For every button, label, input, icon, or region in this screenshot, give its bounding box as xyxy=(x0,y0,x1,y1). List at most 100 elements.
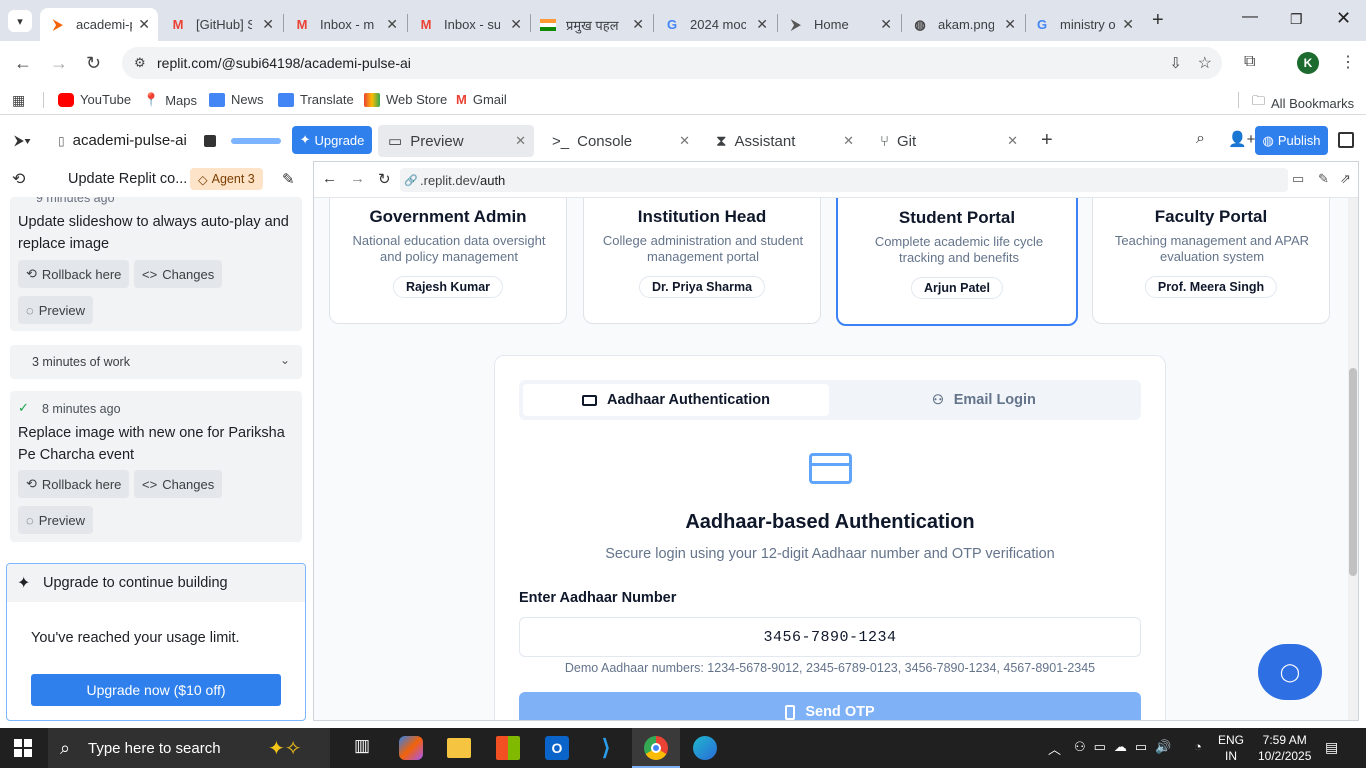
reload-icon[interactable]: ↻ xyxy=(86,53,101,74)
bookmark-star-icon[interactable]: ☆ xyxy=(1198,53,1212,73)
close-tab-icon[interactable]: ✕ xyxy=(843,133,854,149)
browser-menu-icon[interactable]: ⋮ xyxy=(1340,52,1356,72)
invite-user-icon[interactable]: 👤+ xyxy=(1228,130,1255,148)
site-info-icon[interactable]: ⚙ xyxy=(134,55,146,71)
bookmark-gmail[interactable]: M Gmail xyxy=(456,92,507,107)
copilot-icon[interactable] xyxy=(399,736,423,760)
role-card-government[interactable]: Government Admin National education data… xyxy=(329,198,567,324)
role-card-student[interactable]: Student Portal Complete academic life cy… xyxy=(836,198,1078,326)
close-tab-icon[interactable]: ✕ xyxy=(1122,16,1134,33)
task-view-icon[interactable]: ▥ xyxy=(350,736,374,760)
close-tab-icon[interactable]: ✕ xyxy=(1004,16,1016,33)
forward-icon[interactable]: → xyxy=(350,170,365,187)
history-icon[interactable]: ⟲ xyxy=(12,169,25,189)
bookmark-maps[interactable]: 📍 Maps xyxy=(143,92,197,108)
bookmark-news[interactable]: News xyxy=(209,92,264,107)
close-tab-icon[interactable]: ✕ xyxy=(138,16,150,33)
install-app-icon[interactable]: ⇩ xyxy=(1169,54,1182,72)
rollback-button[interactable]: ⟲ Rollback here xyxy=(18,470,130,498)
back-icon[interactable]: ← xyxy=(14,53,32,74)
close-tab-icon[interactable]: ✕ xyxy=(679,133,690,149)
aadhaar-input[interactable]: 3456-7890-1234 xyxy=(519,617,1141,657)
apps-grid-icon[interactable]: ▦ xyxy=(12,92,25,109)
close-tab-icon[interactable]: ✕ xyxy=(515,133,526,149)
edge-icon[interactable] xyxy=(693,736,717,760)
browser-tab[interactable]: M Inbox - m ✕ xyxy=(284,8,406,41)
close-window-icon[interactable]: ✕ xyxy=(1336,8,1351,29)
notification-icon[interactable]: ▤ xyxy=(1325,739,1338,756)
close-tab-icon[interactable]: ✕ xyxy=(262,16,274,33)
new-tab-button[interactable]: + xyxy=(1152,9,1164,32)
browser-tab[interactable]: ⮞ Home ✕ xyxy=(778,8,900,41)
tab-assistant[interactable]: ⧗ Assistant ✕ xyxy=(706,125,862,157)
preview-url-field[interactable]: 🔗 .replit.dev/auth xyxy=(400,168,1288,192)
changes-button[interactable]: <> Changes xyxy=(134,470,223,498)
windows-start-icon[interactable] xyxy=(14,739,32,757)
tab-email[interactable]: ⚇ Email Login xyxy=(831,384,1137,416)
bookmark-translate[interactable]: Translate xyxy=(278,92,354,107)
role-card-faculty[interactable]: Faculty Portal Teaching management and A… xyxy=(1092,198,1330,324)
all-bookmarks[interactable]: 🗀 All Bookmarks xyxy=(1252,92,1354,114)
scrollbar-thumb[interactable] xyxy=(1349,368,1357,576)
close-tab-icon[interactable]: ✕ xyxy=(386,16,398,33)
vscode-icon[interactable]: ⟩ xyxy=(594,736,618,760)
tab-console[interactable]: >_ Console ✕ xyxy=(542,125,698,157)
devices-icon[interactable]: ▭ xyxy=(1292,171,1304,187)
reload-icon[interactable]: ↻ xyxy=(378,170,391,188)
restore-icon[interactable]: ❐ xyxy=(1290,11,1303,28)
address-bar[interactable]: ⚙ replit.com/@subi64198/academi-pulse-ai… xyxy=(122,47,1222,79)
preview-button[interactable]: ◌ Preview xyxy=(18,296,93,324)
rollback-button[interactable]: ⟲ Rollback here xyxy=(18,260,130,288)
file-explorer-icon[interactable] xyxy=(447,738,471,758)
tab-aadhaar[interactable]: Aadhaar Authentication xyxy=(523,384,829,416)
close-tab-icon[interactable]: ✕ xyxy=(880,16,892,33)
language-indicator[interactable]: ENG IN xyxy=(1218,732,1244,764)
scrollbar[interactable] xyxy=(1348,198,1358,720)
bookmark-webstore[interactable]: Web Store xyxy=(364,92,447,107)
network-icon[interactable]: ◔ xyxy=(1194,739,1202,754)
browser-tab[interactable]: M [GitHub] S ✕ xyxy=(160,8,282,41)
changes-button[interactable]: <> Changes xyxy=(134,260,223,288)
upgrade-button[interactable]: ✦ Upgrade xyxy=(292,126,372,154)
browser-tab[interactable]: G ministry o ✕ xyxy=(1024,8,1142,41)
clock[interactable]: 7:59 AM 10/2/2025 xyxy=(1258,732,1311,764)
preview-button[interactable]: ◌ Preview xyxy=(18,506,93,534)
add-tab-icon[interactable]: + xyxy=(1041,129,1053,152)
upgrade-now-button[interactable]: Upgrade now ($10 off) xyxy=(31,674,281,706)
bookmark-youtube[interactable]: YouTube xyxy=(58,92,131,107)
project-name[interactable]: ▯ academi-pulse-ai xyxy=(58,132,187,149)
tab-git[interactable]: ⑂ Git ✕ xyxy=(870,125,1026,157)
back-icon[interactable]: ← xyxy=(322,170,337,187)
work-summary[interactable]: 3 minutes of work ⌄ xyxy=(10,345,302,379)
chat-fab-button[interactable]: ◯ xyxy=(1258,644,1322,700)
publish-button[interactable]: ◍ Publish xyxy=(1255,126,1328,155)
tab-preview[interactable]: ▭ Preview ✕ xyxy=(378,125,534,157)
devtools-icon[interactable]: ✎ xyxy=(1318,171,1329,187)
replit-menu-icon[interactable]: ⮞▾ xyxy=(14,132,31,149)
tab-search-button[interactable]: ▾ xyxy=(8,10,32,32)
taskbar-search-box[interactable]: ⌕ Type here to search ✦✧ xyxy=(48,728,330,768)
browser-tab[interactable]: प्रमुख पहल ✕ xyxy=(530,8,652,41)
microsoft-store-icon[interactable] xyxy=(496,736,520,760)
close-tab-icon[interactable]: ✕ xyxy=(756,16,768,33)
new-chat-icon[interactable]: ✎ xyxy=(282,170,295,188)
open-new-window-icon[interactable]: ⇗ xyxy=(1340,171,1351,187)
minimize-icon[interactable]: — xyxy=(1242,8,1258,26)
browser-tab-active[interactable]: ⮞ academi-p ✕ xyxy=(40,8,158,41)
chrome-taskbar-item[interactable] xyxy=(632,728,680,768)
close-tab-icon[interactable]: ✕ xyxy=(632,16,644,33)
stop-icon[interactable] xyxy=(204,135,216,147)
browser-tab[interactable]: M Inbox - su ✕ xyxy=(408,8,530,41)
close-tab-icon[interactable]: ✕ xyxy=(510,16,522,33)
send-otp-button[interactable]: Send OTP xyxy=(519,692,1141,720)
browser-tab[interactable]: ◍ akam.png ✕ xyxy=(902,8,1024,41)
avatar[interactable]: K xyxy=(1297,52,1319,74)
agent-badge[interactable]: ◇ Agent 3 xyxy=(190,168,263,190)
role-card-institution[interactable]: Institution Head College administration … xyxy=(583,198,821,324)
extensions-icon[interactable]: ⧉ xyxy=(1244,53,1255,71)
close-tab-icon[interactable]: ✕ xyxy=(1007,133,1018,149)
show-hidden-icons[interactable]: ︿ xyxy=(1048,739,1061,758)
search-icon[interactable]: ⌕ xyxy=(1196,130,1205,148)
browser-tab[interactable]: G 2024 moc ✕ xyxy=(654,8,776,41)
outlook-icon[interactable]: O xyxy=(545,736,569,760)
